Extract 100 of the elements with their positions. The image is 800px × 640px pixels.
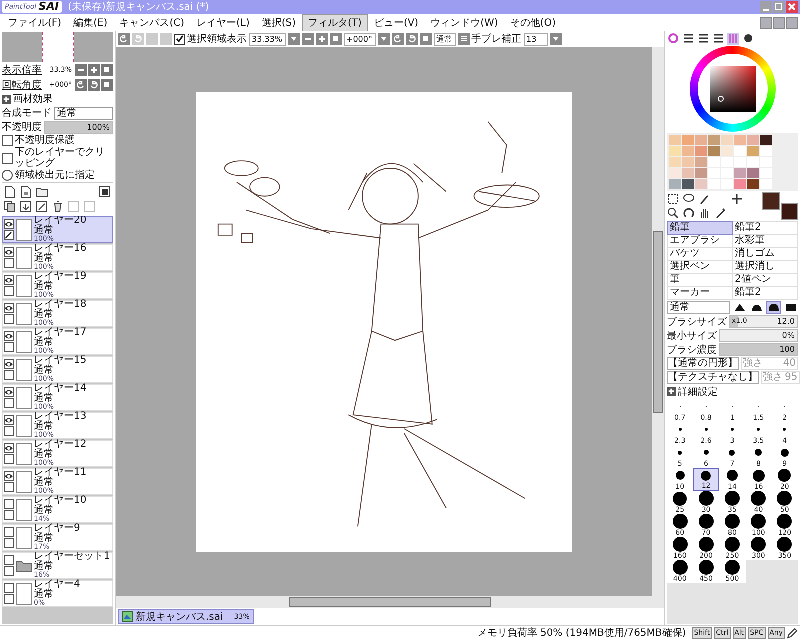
zoom-out-button[interactable]: [75, 64, 87, 76]
color-swatch[interactable]: [682, 157, 694, 167]
texture-dropdown[interactable]: 【テクスチャなし】: [667, 371, 759, 384]
color-swatch[interactable]: [669, 146, 681, 156]
navigator-preview[interactable]: [2, 32, 113, 62]
rotate-right-button[interactable]: [88, 79, 100, 91]
new-layer-icon[interactable]: [4, 186, 16, 199]
brush-tool[interactable]: エアブラシ: [668, 235, 732, 247]
brush-tool[interactable]: 選択消し: [733, 261, 797, 273]
expand-icon[interactable]: [2, 94, 11, 104]
rect-select-icon[interactable]: [667, 193, 679, 205]
edit-toggle[interactable]: [4, 342, 14, 352]
visibility-toggle[interactable]: [4, 331, 14, 341]
menu-item[interactable]: フィルタ(T): [302, 14, 368, 32]
rotation-field[interactable]: +000°: [344, 32, 376, 46]
flip-button[interactable]: [458, 33, 470, 45]
visibility-toggle[interactable]: [4, 359, 14, 369]
brush-tool[interactable]: 水彩筆: [733, 235, 797, 247]
menu-item[interactable]: キャンバス(C): [114, 14, 190, 32]
color-swatch[interactable]: [734, 157, 746, 167]
zoom-icon[interactable]: [667, 207, 679, 219]
minimize-button[interactable]: [760, 16, 772, 28]
color-swatch[interactable]: [747, 146, 759, 156]
color-swatch[interactable]: [669, 157, 681, 167]
color-swatch[interactable]: [760, 168, 772, 178]
copy-layer-icon[interactable]: [4, 201, 16, 213]
color-swatch[interactable]: [682, 179, 694, 189]
move-icon[interactable]: [731, 193, 743, 205]
brush-tool[interactable]: 鉛筆2: [733, 222, 797, 234]
color-swatch[interactable]: [708, 135, 720, 145]
new-layer-icon[interactable]: [20, 186, 32, 199]
edit-toggle[interactable]: [4, 538, 14, 548]
primary-color[interactable]: [762, 192, 780, 210]
menu-item[interactable]: 編集(E): [68, 14, 114, 32]
reset-button[interactable]: [330, 33, 342, 45]
color-swatch[interactable]: [708, 168, 720, 178]
undo-button[interactable]: [118, 33, 130, 45]
color-swatch[interactable]: [734, 146, 746, 156]
zoom-field[interactable]: 33.33%: [249, 32, 286, 46]
reset-button[interactable]: [101, 64, 113, 76]
edit-toggle[interactable]: [4, 426, 14, 436]
rotate-left-button[interactable]: [75, 79, 87, 91]
mask-icon[interactable]: [99, 186, 111, 198]
dropdown-button[interactable]: [550, 33, 562, 45]
edit-toggle[interactable]: [4, 398, 14, 408]
minimize-button[interactable]: [760, 1, 772, 13]
mode-field[interactable]: 通常: [434, 32, 456, 46]
color-swatch[interactable]: [721, 135, 733, 145]
visibility-toggle[interactable]: [4, 583, 14, 593]
brush-tool[interactable]: 鉛筆: [668, 222, 732, 234]
zoom-in-button[interactable]: [316, 33, 328, 45]
menu-item[interactable]: 選択(S): [256, 14, 302, 32]
brush-tool[interactable]: バケツ: [668, 248, 732, 260]
color-swatch[interactable]: [695, 146, 707, 156]
eyedropper-icon[interactable]: [715, 207, 727, 219]
color-swatch[interactable]: [760, 179, 772, 189]
min-size-slider[interactable]: 0%: [719, 329, 798, 342]
rotate-left-button[interactable]: [392, 33, 404, 45]
menu-item[interactable]: ウィンドウ(W): [424, 14, 504, 32]
color-swatch[interactable]: [747, 179, 759, 189]
brush-edge-button[interactable]: [766, 301, 782, 314]
color-swatch[interactable]: [721, 179, 733, 189]
menu-item[interactable]: その他(O): [504, 14, 562, 32]
maximize-button[interactable]: [773, 16, 785, 28]
visibility-toggle[interactable]: [4, 499, 14, 509]
color-swatch[interactable]: [747, 157, 759, 167]
menu-item[interactable]: レイヤー(L): [190, 14, 256, 32]
brush-shape-dropdown[interactable]: 【通常の円形】: [667, 357, 739, 370]
opacity-slider[interactable]: 100%: [44, 120, 113, 134]
visibility-toggle[interactable]: [4, 247, 14, 257]
brush-tool[interactable]: 選択ペン: [668, 261, 732, 273]
color-bars-tab[interactable]: [727, 32, 739, 44]
visibility-toggle[interactable]: [4, 527, 14, 537]
color-swatch[interactable]: [721, 168, 733, 178]
brush-tool[interactable]: 2値ペン: [733, 274, 797, 286]
color-swatch[interactable]: [708, 179, 720, 189]
color-swatch[interactable]: [734, 135, 746, 145]
color-swatch[interactable]: [695, 179, 707, 189]
brush-tool[interactable]: 消しゴム: [733, 248, 797, 260]
edit-toggle[interactable]: [4, 566, 14, 576]
trash-icon[interactable]: [52, 201, 64, 213]
color-swatch[interactable]: [669, 135, 681, 145]
edit-toggle[interactable]: [4, 482, 14, 492]
visibility-toggle[interactable]: [4, 303, 14, 313]
edit-toggle[interactable]: [4, 230, 14, 240]
edit-toggle[interactable]: [4, 258, 14, 268]
reset-button[interactable]: [420, 33, 432, 45]
color-swatch[interactable]: [747, 168, 759, 178]
brush-tool[interactable]: 鉛筆2: [733, 287, 797, 299]
edit-toggle[interactable]: [4, 314, 14, 324]
rotate-icon[interactable]: [683, 207, 695, 219]
edit-toggle[interactable]: [4, 286, 14, 296]
color-swatch[interactable]: [734, 168, 746, 178]
close-button[interactable]: [786, 16, 798, 28]
dropdown-button[interactable]: [288, 33, 300, 45]
visibility-toggle[interactable]: [4, 415, 14, 425]
color-swatch[interactable]: [734, 179, 746, 189]
edit-toggle[interactable]: [4, 594, 14, 604]
edit-toggle[interactable]: [4, 454, 14, 464]
slider-tab[interactable]: [697, 32, 709, 44]
